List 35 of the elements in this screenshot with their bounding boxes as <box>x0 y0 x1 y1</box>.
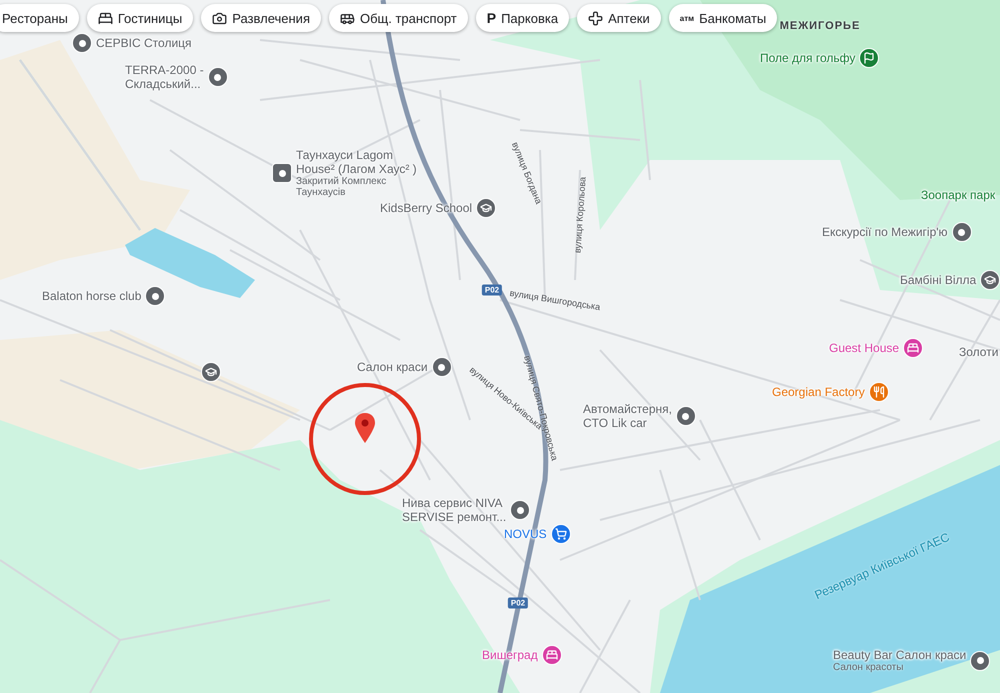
location-pin-icon[interactable] <box>355 413 375 443</box>
category-chip[interactable]: Общ. транспорт <box>328 4 468 32</box>
area-label: МЕЖИГОРЬЕ <box>780 20 860 32</box>
camera-icon <box>212 10 228 26</box>
place-label[interactable]: Guest House <box>829 341 900 355</box>
street-label: вулиця Корольова <box>572 176 588 254</box>
place-label[interactable]: Georgian Factory <box>772 385 865 399</box>
place-label[interactable]: Зоопарк парк <box>921 188 996 202</box>
category-chip[interactable]: Рестораны <box>0 4 79 32</box>
place-category: Салон красоты <box>833 662 904 673</box>
place-label[interactable]: Бамбіні Вілла <box>900 273 976 287</box>
place-label[interactable]: Екскурсії по Межигір'ю <box>822 225 948 239</box>
place-label[interactable]: Поле для гольфу <box>760 51 856 65</box>
category-chip[interactable]: атм Банкоматы <box>668 4 778 32</box>
cross-icon <box>588 10 604 26</box>
place-label[interactable]: СЕРВІС Столиця <box>96 36 192 50</box>
category-chip[interactable]: Гостиницы <box>86 4 194 32</box>
place-label[interactable]: Таунхауси Lagom House² (Лагом Хаус² ) <box>296 148 417 176</box>
place-label[interactable]: Золоти <box>959 345 998 359</box>
place-label[interactable]: Beauty Bar Салон краси <box>833 648 966 662</box>
place-label[interactable]: Автомайстерня, CTO Lik car <box>583 402 672 430</box>
place-label[interactable]: Balaton horse club <box>42 289 142 303</box>
category-chip[interactable]: Аптеки <box>577 4 661 32</box>
route-shield: P02 <box>482 284 502 296</box>
place-label[interactable]: NOVUS <box>504 527 547 541</box>
place-label[interactable]: Салон краси <box>357 360 428 374</box>
street-map-drawing[interactable] <box>0 0 1000 693</box>
place-label[interactable]: Нива сервис NIVA SERVISE ремонт... <box>402 496 506 524</box>
route-shield: P02 <box>508 598 528 608</box>
place-category: Закритий Комплекс Таунхаусів <box>296 176 386 198</box>
category-chip[interactable]: P Парковка <box>476 4 570 32</box>
bed-icon <box>98 10 113 26</box>
category-chip[interactable]: Развлечения <box>201 4 321 32</box>
place-label[interactable]: TERRA-2000 - Складський... <box>125 63 204 91</box>
square-marker-icon[interactable] <box>272 163 292 183</box>
